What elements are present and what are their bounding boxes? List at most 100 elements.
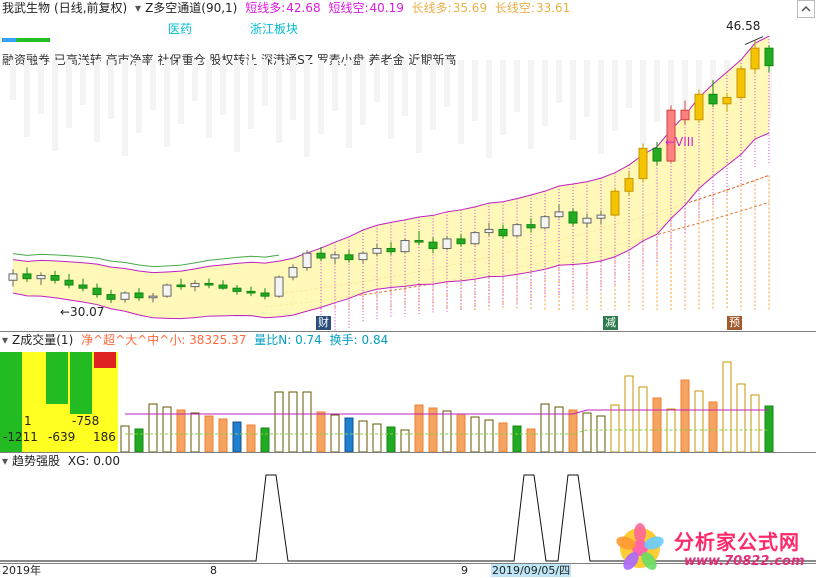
candle-body: [540, 216, 550, 229]
volume-chart[interactable]: [0, 332, 816, 452]
net-flow-stat: 186: [93, 430, 116, 444]
volume-bar: [498, 422, 508, 452]
candle-body: [596, 214, 606, 219]
candle-body: [106, 294, 116, 300]
volume-bar: [190, 412, 200, 452]
candle-body: [624, 178, 634, 192]
background-bar: [304, 60, 310, 157]
background-bar: [346, 60, 352, 148]
badge-financial[interactable]: 财: [316, 316, 331, 330]
volume-bar: [288, 391, 298, 452]
candle-body: [470, 232, 480, 245]
volume-bar: [386, 426, 396, 452]
background-bar: [416, 60, 422, 153]
volume-bar: [624, 375, 634, 452]
background-bar: [38, 60, 44, 114]
volume-bar: [148, 403, 158, 452]
volume-bar: [274, 391, 284, 452]
background-bar: [262, 60, 268, 106]
candle-body: [652, 147, 662, 162]
candle-body: [50, 274, 60, 281]
candle-body: [512, 224, 522, 237]
candle-body: [750, 47, 760, 70]
volume-bar: [442, 410, 452, 452]
background-bar: [486, 60, 492, 158]
volume-bar: [540, 403, 550, 452]
badge-forecast[interactable]: 预: [727, 316, 742, 330]
candle-body: [722, 96, 732, 105]
candle-body: [358, 252, 368, 261]
background-bar: [514, 60, 520, 112]
candle-body: [442, 238, 452, 249]
volume-bar: [610, 404, 620, 452]
volume-bar: [400, 429, 410, 452]
candle-body: [736, 68, 746, 98]
candle-body: [134, 292, 144, 299]
price-panel[interactable]: 我武生物 (日线,前复权) ▾ Z多空通道(90,1) 短线多:42.68 短线空:…: [0, 0, 816, 331]
background-bar: [10, 60, 16, 100]
volume-bar: [750, 394, 760, 452]
background-bar: [500, 60, 506, 135]
candle-body: [260, 292, 270, 297]
volume-bar: [414, 404, 424, 452]
background-bar: [136, 60, 142, 133]
background-bar: [570, 60, 576, 140]
candle-body: [526, 224, 536, 229]
candle-body: [344, 254, 354, 261]
candle-body: [484, 228, 494, 234]
volume-bar: [134, 428, 144, 452]
net-flow-stat: -758: [72, 414, 100, 428]
volume-bar: [582, 412, 592, 452]
background-bar: [80, 60, 86, 105]
candle-body: [554, 211, 564, 218]
candlestick-chart[interactable]: [0, 0, 816, 331]
background-bar: [332, 60, 338, 111]
watermark-url: www.70822.com: [684, 554, 805, 569]
background-bar: [556, 60, 562, 103]
watermark-title: 分析家公式网: [674, 530, 800, 554]
candle-body: [148, 295, 158, 299]
background-bar: [290, 60, 296, 120]
candle-body: [582, 217, 592, 224]
volume-bar: [512, 425, 522, 452]
candle-body: [610, 190, 620, 216]
volume-bar: [596, 415, 606, 452]
background-bar: [528, 60, 534, 149]
background-bar: [178, 60, 184, 124]
volume-bar: [218, 418, 228, 452]
background-bar: [612, 60, 618, 131]
flow-bar: [70, 352, 92, 414]
volume-bar: [568, 409, 578, 452]
background-bar: [220, 60, 226, 115]
wave-label: ←VIII: [665, 135, 694, 149]
candle-body: [22, 273, 32, 280]
candle-body: [330, 254, 340, 259]
background-bar: [276, 60, 282, 143]
background-bar: [598, 60, 604, 154]
volume-bar: [722, 361, 732, 452]
background-bar: [472, 60, 478, 121]
candle-body: [204, 282, 214, 286]
candle-body: [162, 284, 172, 297]
candle-body: [78, 284, 88, 289]
background-bar: [430, 60, 436, 130]
candle-body: [764, 47, 774, 67]
volume-bar: [484, 419, 494, 452]
date-cursor[interactable]: 2019/09/05/四: [491, 564, 572, 577]
candle-body: [428, 241, 438, 249]
candle-body: [246, 290, 256, 294]
background-bar: [108, 60, 114, 119]
background-bar: [640, 60, 646, 145]
candle-body: [64, 279, 74, 286]
candle-body: [92, 287, 102, 296]
volume-bar: [428, 407, 438, 452]
volume-panel[interactable]: ▾ Z成交量(1) 净^超^大^中^小: 38325.37 量比N: 0.74 换…: [0, 332, 816, 452]
volume-bar: [372, 423, 382, 452]
flow-bar: [46, 352, 68, 404]
background-bar: [360, 60, 366, 125]
volume-bar: [344, 417, 354, 452]
badge-reduce[interactable]: 减: [603, 316, 618, 330]
candle-body: [176, 284, 186, 288]
candle-body: [386, 247, 396, 253]
background-bar: [402, 60, 408, 116]
